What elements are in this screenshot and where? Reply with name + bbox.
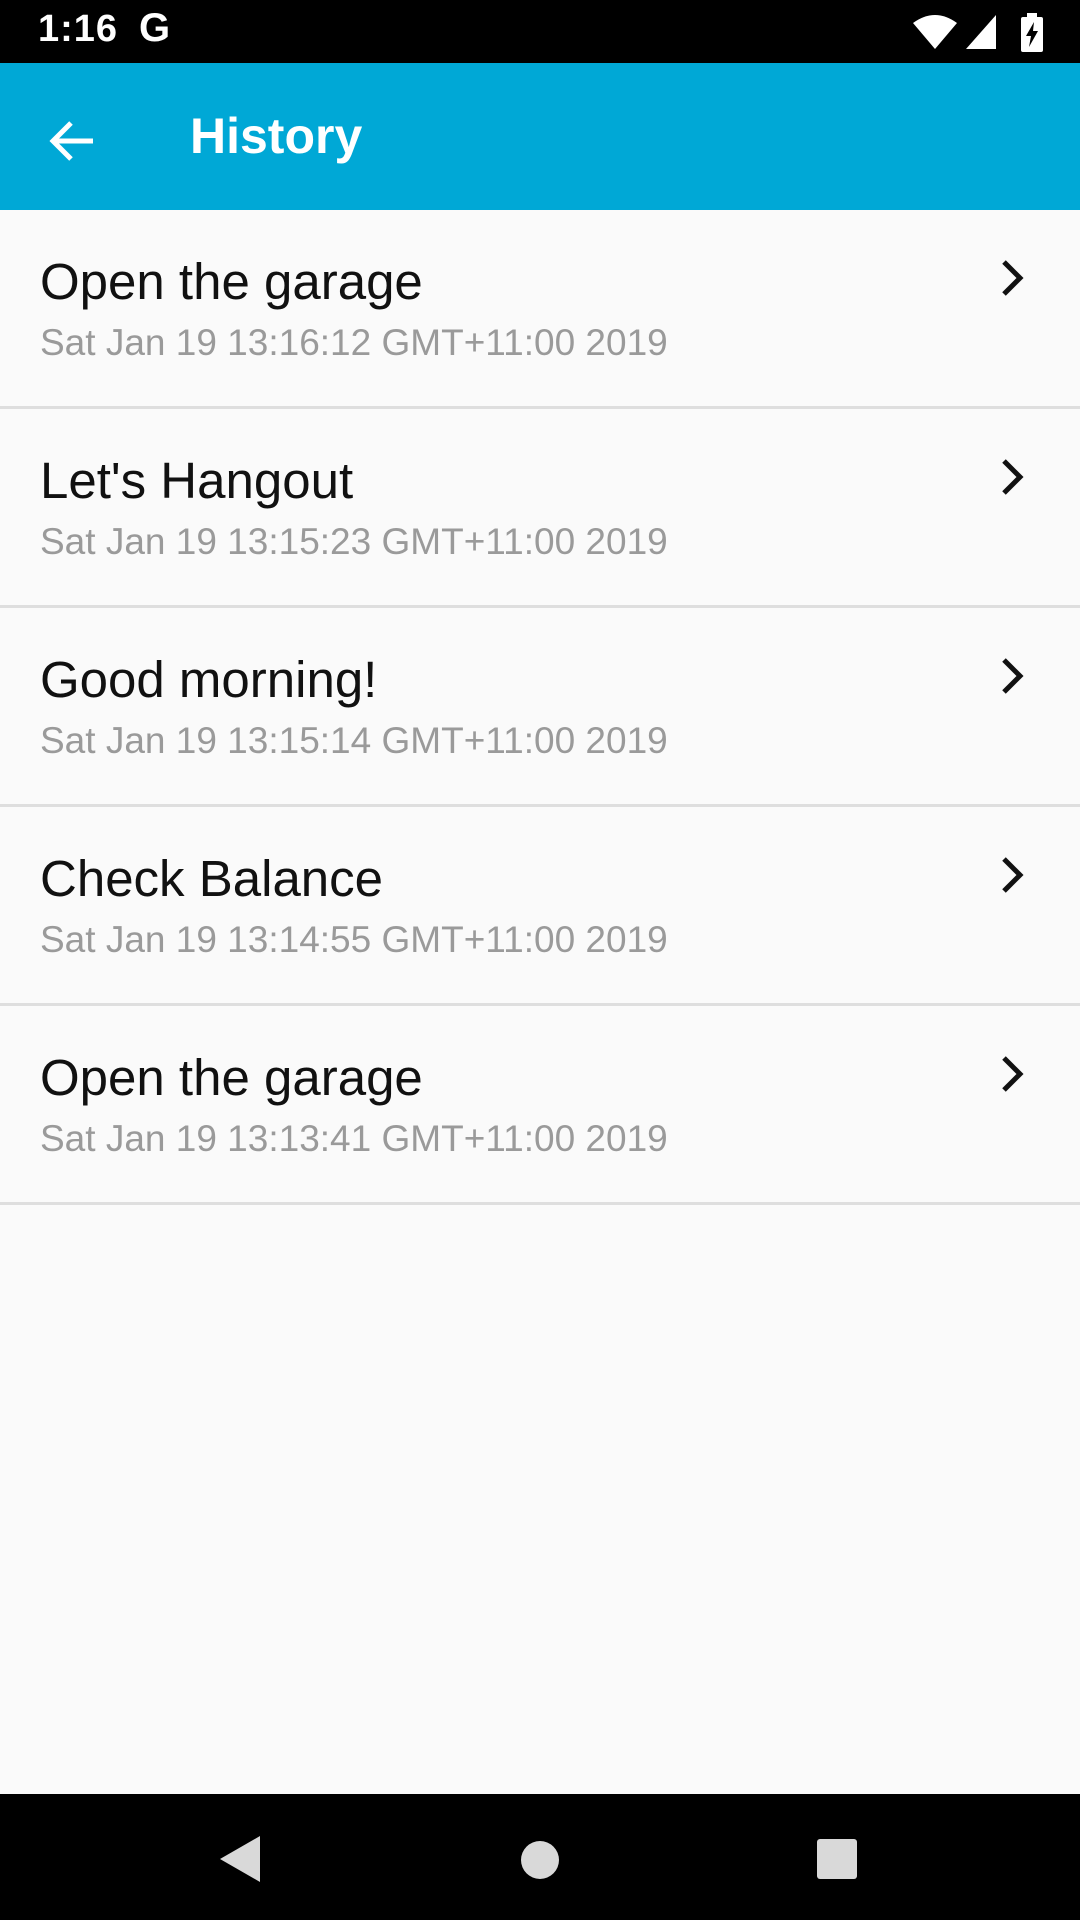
app-bar: History bbox=[0, 63, 1080, 210]
list-item[interactable]: Open the garage Sat Jan 19 13:13:41 GMT+… bbox=[0, 1006, 1080, 1205]
item-timestamp: Sat Jan 19 13:13:41 GMT+11:00 2019 bbox=[40, 1118, 668, 1159]
item-timestamp: Sat Jan 19 13:16:12 GMT+11:00 2019 bbox=[40, 322, 668, 363]
list-item[interactable]: Open the garage Sat Jan 19 13:16:12 GMT+… bbox=[0, 210, 1080, 409]
item-timestamp: Sat Jan 19 13:15:23 GMT+11:00 2019 bbox=[40, 521, 668, 562]
chevron-right-icon bbox=[1002, 459, 1024, 495]
page-title: History bbox=[190, 108, 363, 164]
cell-signal-icon bbox=[966, 15, 996, 49]
chevron-right-icon bbox=[1002, 260, 1024, 296]
item-title: Let's Hangout bbox=[40, 452, 354, 509]
nav-home-icon[interactable] bbox=[505, 1824, 575, 1894]
list-item[interactable]: Good morning! Sat Jan 19 13:15:14 GMT+11… bbox=[0, 608, 1080, 807]
wifi-icon bbox=[913, 15, 957, 49]
chevron-right-icon bbox=[1002, 658, 1024, 694]
item-title: Good morning! bbox=[40, 651, 378, 708]
history-list: Open the garage Sat Jan 19 13:16:12 GMT+… bbox=[0, 210, 1080, 1205]
item-timestamp: Sat Jan 19 13:14:55 GMT+11:00 2019 bbox=[40, 919, 668, 960]
back-button[interactable] bbox=[30, 99, 114, 183]
list-item[interactable]: Let's Hangout Sat Jan 19 13:15:23 GMT+11… bbox=[0, 409, 1080, 608]
item-title: Check Balance bbox=[40, 850, 384, 907]
item-title: Open the garage bbox=[40, 253, 423, 310]
status-bar: 1:16 G bbox=[0, 0, 1080, 63]
chevron-right-icon bbox=[1002, 1056, 1024, 1092]
arrow-left-icon bbox=[49, 121, 93, 161]
google-icon: G bbox=[139, 6, 171, 50]
nav-back-icon[interactable] bbox=[206, 1824, 276, 1894]
status-time: 1:16 bbox=[38, 8, 119, 50]
battery-charging-icon bbox=[1021, 13, 1043, 52]
item-timestamp: Sat Jan 19 13:15:14 GMT+11:00 2019 bbox=[40, 720, 668, 761]
navigation-bar bbox=[0, 1794, 1080, 1920]
list-item[interactable]: Check Balance Sat Jan 19 13:14:55 GMT+11… bbox=[0, 807, 1080, 1006]
chevron-right-icon bbox=[1002, 857, 1024, 893]
nav-recents-icon[interactable] bbox=[803, 1824, 873, 1894]
item-title: Open the garage bbox=[40, 1049, 423, 1106]
